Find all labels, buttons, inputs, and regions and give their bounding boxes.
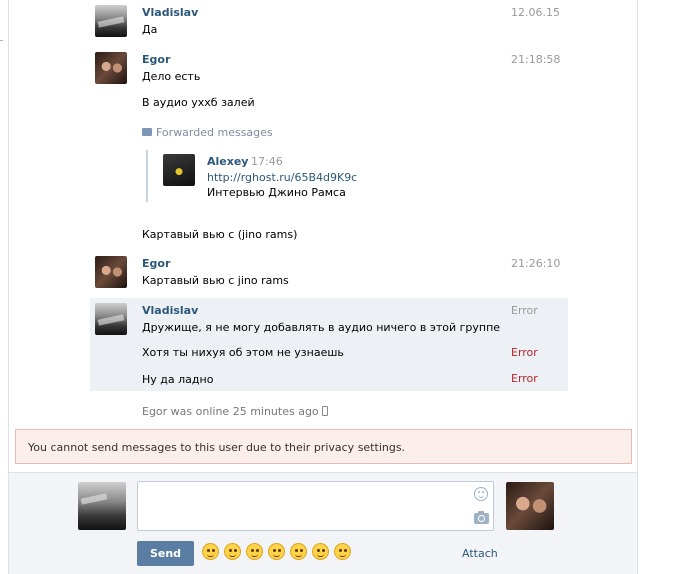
avatar-alexey[interactable] <box>163 154 195 186</box>
peer-avatar[interactable] <box>506 482 554 530</box>
message-text: Картавый вью с jino rams <box>142 274 289 287</box>
mobile-icon <box>321 406 328 416</box>
grinning-sweat-face-icon[interactable] <box>246 543 263 560</box>
message-text: Картавый вью с (jino rams) <box>142 228 298 241</box>
grinning-face-icon[interactable] <box>290 543 307 560</box>
message-time[interactable]: 12.06.15 <box>511 6 560 19</box>
camera-icon[interactable] <box>474 511 489 524</box>
my-avatar[interactable] <box>78 482 126 530</box>
message-text: Да <box>142 23 158 36</box>
error-status[interactable]: Error <box>511 346 538 359</box>
flushed-face-icon[interactable] <box>224 543 241 560</box>
avatar-vladislav[interactable] <box>95 5 127 37</box>
attach-button[interactable]: Attach <box>462 547 498 560</box>
error-status[interactable]: Error <box>511 372 538 385</box>
message-status: Error <box>511 304 538 317</box>
edge-mark <box>0 40 3 41</box>
see-no-evil-monkey-icon[interactable] <box>202 543 219 560</box>
failed-message-text: Хотя ты нихуя об этом не узнаешь <box>142 346 344 359</box>
forwarded-quote-bar <box>146 150 148 202</box>
forward-icon <box>142 128 152 136</box>
message-author[interactable]: Egor <box>142 53 170 66</box>
message-input[interactable] <box>137 481 494 531</box>
message-text: Дело есть <box>142 70 201 83</box>
message-time[interactable]: 21:18:58 <box>511 53 560 66</box>
message-text: В аудио ухxб залей <box>142 96 255 109</box>
failed-message-text: Дружище, я не могу добавлять в аудио нич… <box>142 321 501 334</box>
forwarded-messages-label: Forwarded messages <box>142 126 273 139</box>
online-status: Egor was online 25 minutes ago <box>142 405 328 418</box>
winking-tongue-face-icon[interactable] <box>312 543 329 560</box>
smiley-icon[interactable] <box>474 487 488 501</box>
message-author[interactable]: Egor <box>142 257 170 270</box>
avatar-vladislav[interactable] <box>95 303 127 335</box>
message-author[interactable]: Vladislav <box>142 6 198 19</box>
forwarded-text: Интервью Джино Рамса <box>207 186 346 199</box>
send-button[interactable]: Send <box>137 541 194 566</box>
avatar-egor[interactable] <box>95 52 127 84</box>
forwarded-link[interactable]: http://rghost.ru/65B4d9K9c <box>207 171 357 184</box>
privacy-notice: You cannot send messages to this user du… <box>15 429 632 464</box>
message-time[interactable]: 21:26:10 <box>511 257 560 270</box>
failed-message-text: Ну да ладно <box>142 373 214 386</box>
message-author[interactable]: Vladislav <box>142 304 198 317</box>
smiling-face-icon[interactable] <box>334 543 351 560</box>
relieved-face-icon[interactable] <box>268 543 285 560</box>
forwarded-author[interactable]: Alexey <box>207 155 248 168</box>
forwarded-time: 17:46 <box>251 155 283 168</box>
avatar-egor[interactable] <box>95 256 127 288</box>
